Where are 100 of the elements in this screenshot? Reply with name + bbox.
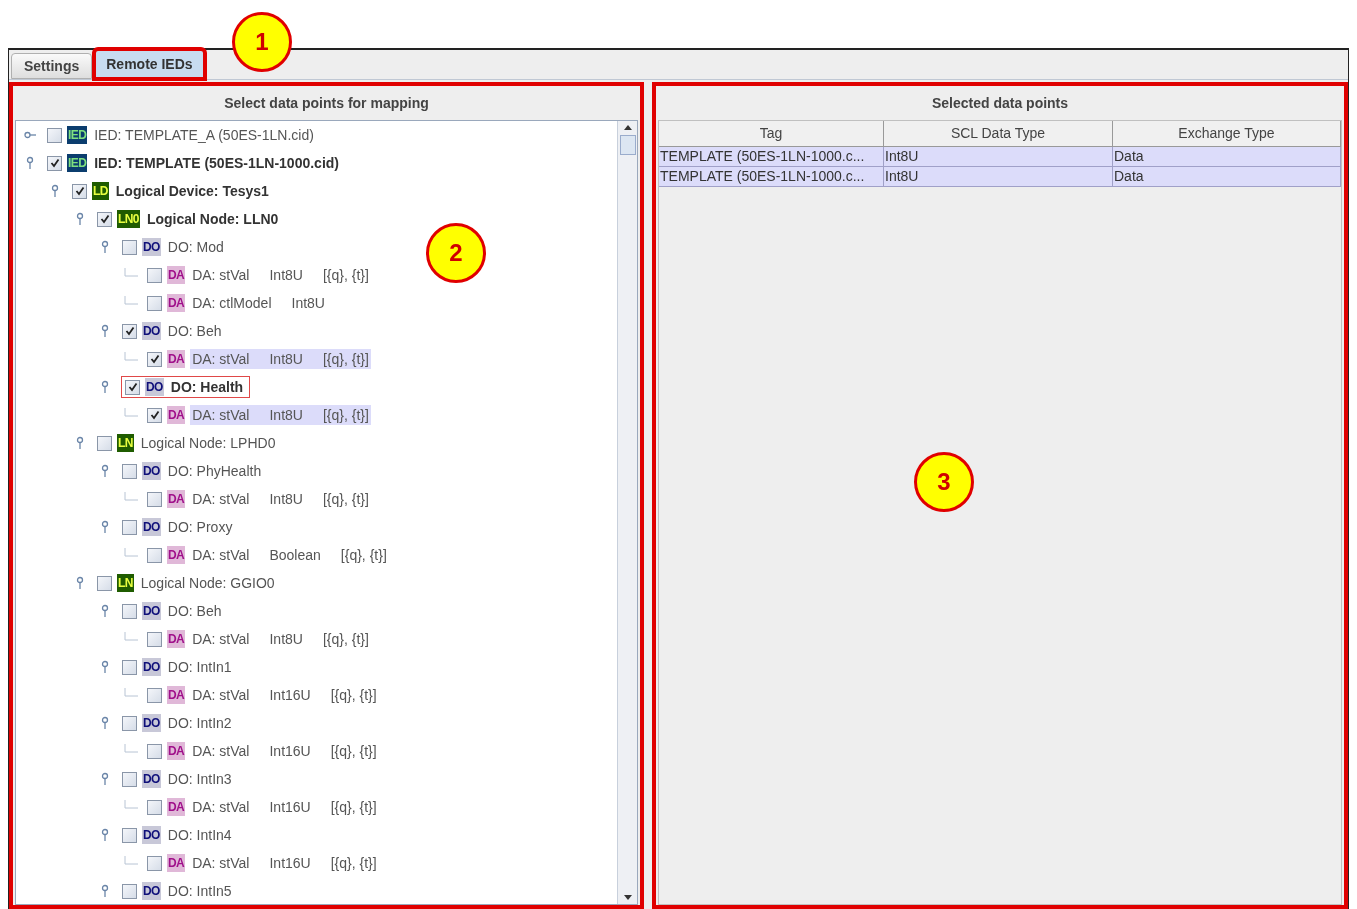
node-label[interactable]: DA: stVal <box>192 348 250 370</box>
scroll-thumb[interactable] <box>619 135 636 155</box>
tree-toggle-icon[interactable] <box>99 772 111 786</box>
node-label[interactable]: DA: stVal <box>192 544 250 566</box>
table-cell: Int8U <box>884 147 1113 166</box>
node-label[interactable]: IED: TEMPLATE (50ES-1LN-1000.cid) <box>94 152 339 174</box>
tree-toggle-icon[interactable] <box>99 660 111 674</box>
do-node-icon: DO <box>142 882 161 900</box>
checkbox[interactable] <box>97 435 112 451</box>
node-label[interactable]: Logical Node: LLN0 <box>146 208 279 230</box>
node-label[interactable]: DO: IntIn5 <box>167 880 232 902</box>
checkbox[interactable] <box>122 239 137 255</box>
checkbox[interactable] <box>147 407 162 423</box>
checkbox[interactable] <box>147 547 162 563</box>
checkbox[interactable] <box>47 155 62 171</box>
tab[interactable]: Settings <box>11 53 93 79</box>
checkbox[interactable] <box>72 183 87 199</box>
data-type-label: Boolean <box>269 545 321 565</box>
node-label[interactable]: IED: TEMPLATE_A (50ES-1LN.cid) <box>94 124 314 146</box>
da-node-icon: DA <box>167 546 186 564</box>
checkbox[interactable] <box>147 855 162 871</box>
checkbox[interactable] <box>147 799 162 815</box>
panel-title: Select data points for mapping <box>223 93 430 113</box>
tree-toggle-icon[interactable] <box>99 520 111 534</box>
do-node-icon: DO <box>142 602 161 620</box>
do-node-icon: DO <box>142 518 161 536</box>
node-label[interactable]: Logical Node: LPHD0 <box>140 432 276 454</box>
checkbox[interactable] <box>122 463 137 479</box>
tree-toggle-icon[interactable] <box>49 184 61 198</box>
tree-toggle-icon[interactable] <box>99 380 111 394</box>
attribute-list-label: [{q}, {t}] <box>322 349 369 369</box>
checkbox[interactable] <box>122 715 137 731</box>
node-label[interactable]: DA: stVal <box>192 264 250 286</box>
node-label[interactable]: Logical Node: GGIO0 <box>140 572 275 594</box>
node-label[interactable]: DO: IntIn2 <box>167 712 232 734</box>
checkbox[interactable] <box>147 687 162 703</box>
checkbox[interactable] <box>147 351 162 367</box>
attribute-list-label: [{q}, {t}] <box>330 853 377 873</box>
da-node-icon: DA <box>167 294 186 312</box>
checkbox[interactable] <box>122 771 137 787</box>
ln-node-icon: LN <box>117 574 134 592</box>
checkbox[interactable] <box>147 743 162 759</box>
checkbox[interactable] <box>147 631 162 647</box>
node-label[interactable]: DA: stVal <box>192 852 250 874</box>
checkbox[interactable] <box>122 659 137 675</box>
checkbox[interactable] <box>147 267 162 283</box>
node-label[interactable]: DO: Beh <box>167 600 222 622</box>
checkbox[interactable] <box>147 491 162 507</box>
node-label[interactable]: DO: Health <box>170 376 244 398</box>
checkbox[interactable] <box>97 575 112 591</box>
node-label[interactable]: DO: Proxy <box>167 516 233 538</box>
scrollbar[interactable] <box>617 121 637 904</box>
node-label[interactable]: DO: Mod <box>167 236 224 258</box>
checkbox[interactable] <box>122 603 137 619</box>
node-label[interactable]: DA: stVal <box>192 796 250 818</box>
tree-toggle-icon[interactable] <box>74 576 86 590</box>
node-label[interactable]: DA: stVal <box>192 404 250 426</box>
checkbox[interactable] <box>147 295 162 311</box>
checkbox[interactable] <box>122 827 137 843</box>
table-cell: TEMPLATE (50ES-1LN-1000.c... <box>659 147 884 166</box>
tree-toggle-icon[interactable] <box>99 716 111 730</box>
data-type-label: Int16U <box>269 741 311 761</box>
do-node-icon: DO <box>142 462 161 480</box>
node-label[interactable]: DO: IntIn1 <box>167 656 232 678</box>
do-node-icon: DO <box>142 658 161 676</box>
tree-toggle-icon[interactable] <box>99 240 111 254</box>
checkbox[interactable] <box>122 519 137 535</box>
tree-toggle-icon[interactable] <box>24 156 36 170</box>
tab[interactable]: Remote IEDs <box>94 49 205 79</box>
node-label[interactable]: DA: stVal <box>192 684 250 706</box>
checkbox[interactable] <box>122 323 137 339</box>
do-node-icon: DO <box>142 714 161 732</box>
tree-toggle-icon[interactable] <box>99 884 111 898</box>
node-label[interactable]: Logical Device: Tesys1 <box>115 180 269 202</box>
tree-toggle-icon[interactable] <box>99 828 111 842</box>
node-label[interactable]: DO: PhyHealth <box>167 460 262 482</box>
table-cell: Int8U <box>884 167 1113 186</box>
attribute-list-label: [{q}, {t}] <box>340 545 387 565</box>
checkbox[interactable] <box>97 211 112 227</box>
do-node-icon: DO <box>145 378 164 396</box>
checkbox[interactable] <box>122 883 137 899</box>
checkbox[interactable] <box>125 379 140 395</box>
data-type-label: Int8U <box>269 405 303 425</box>
data-type-label: Int16U <box>269 853 311 873</box>
da-node-icon: DA <box>167 742 186 760</box>
tree-toggle-icon[interactable] <box>99 464 111 478</box>
node-label[interactable]: DA: stVal <box>192 740 250 762</box>
tree-toggle-icon[interactable] <box>74 212 86 226</box>
data-type-label: Int8U <box>269 489 303 509</box>
tree-toggle-icon[interactable] <box>99 324 111 338</box>
tree-toggle-icon[interactable] <box>74 436 86 450</box>
checkbox[interactable] <box>47 127 62 143</box>
node-label[interactable]: DO: IntIn3 <box>167 768 232 790</box>
node-label[interactable]: DA: stVal <box>192 628 250 650</box>
node-label[interactable]: DO: Beh <box>167 320 222 342</box>
node-label[interactable]: DA: ctlModel <box>192 292 272 314</box>
node-label[interactable]: DO: IntIn4 <box>167 824 232 846</box>
da-node-icon: DA <box>167 854 186 872</box>
node-label[interactable]: DA: stVal <box>192 488 250 510</box>
tree-toggle-icon[interactable] <box>99 604 111 618</box>
